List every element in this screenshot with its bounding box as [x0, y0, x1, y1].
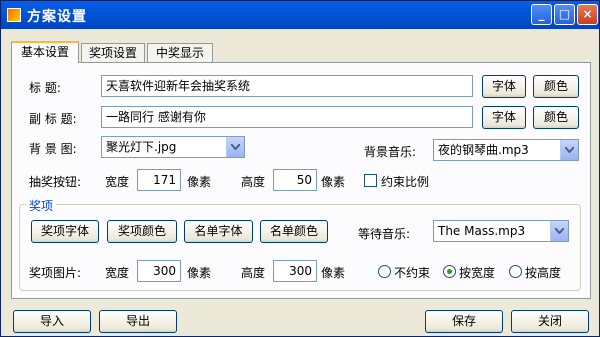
- wait-music-label: 等待音乐:: [358, 227, 411, 241]
- draw-width-unit: 像素: [187, 175, 212, 189]
- title-bar: 方案设置 _ □ ×: [1, 1, 599, 29]
- list-font-button[interactable]: 名单字体: [184, 220, 253, 243]
- chevron-down-icon[interactable]: [550, 221, 568, 241]
- window-title: 方案设置: [27, 9, 87, 25]
- export-button[interactable]: 导出: [99, 310, 177, 333]
- radio-unconstrained[interactable]: [378, 265, 391, 278]
- close-icon: ×: [582, 7, 593, 21]
- prize-height-input[interactable]: 300: [273, 260, 317, 282]
- list-color-button[interactable]: 名单颜色: [260, 220, 328, 243]
- draw-height-label: 高度: [241, 175, 266, 189]
- lock-ratio-label[interactable]: 约束比例: [381, 173, 429, 190]
- title-input[interactable]: 天喜软件迎新年会抽奖系统: [101, 75, 473, 97]
- prize-height-unit: 像素: [321, 266, 346, 280]
- radio-unconstrained-label[interactable]: 不约束: [394, 264, 430, 281]
- draw-width-label: 宽度: [105, 175, 130, 189]
- prize-image-label: 奖项图片:: [29, 266, 82, 280]
- prize-width-input[interactable]: 300: [137, 260, 181, 282]
- minimize-icon: _: [538, 7, 545, 21]
- draw-width-input[interactable]: 171: [137, 169, 181, 191]
- background-music-label: 背景音乐:: [364, 145, 417, 159]
- import-button[interactable]: 导入: [13, 310, 91, 333]
- radio-by-width[interactable]: [443, 265, 456, 278]
- background-music-value: 夜的钢琴曲.mp3: [438, 143, 529, 157]
- radio-by-height[interactable]: [509, 265, 522, 278]
- tab-basic[interactable]: 基本设置: [11, 41, 79, 63]
- prize-group-title: 奖项: [26, 197, 57, 214]
- chevron-down-icon[interactable]: [560, 140, 578, 160]
- subtitle-input[interactable]: 一路同行 感谢有你: [101, 106, 473, 128]
- title-label: 标 题:: [29, 81, 61, 95]
- background-image-value: 聚光灯下.jpg: [106, 140, 177, 154]
- close-window-button[interactable]: ×: [577, 4, 598, 25]
- app-icon: [7, 8, 21, 22]
- wait-music-select[interactable]: The Mass.mp3: [433, 220, 569, 242]
- lock-ratio-checkbox[interactable]: [364, 174, 377, 187]
- subtitle-font-button[interactable]: 字体: [482, 106, 526, 129]
- maximize-button[interactable]: □: [554, 4, 575, 25]
- tab-prize[interactable]: 奖项设置: [81, 43, 145, 62]
- prize-font-button[interactable]: 奖项字体: [31, 220, 99, 243]
- background-image-select[interactable]: 聚光灯下.jpg: [101, 136, 245, 158]
- draw-button-label: 抽奖按钮:: [29, 175, 82, 189]
- subtitle-color-button[interactable]: 颜色: [533, 106, 579, 129]
- subtitle-label: 副 标 题:: [29, 112, 77, 126]
- prize-color-button[interactable]: 奖项颜色: [107, 220, 177, 243]
- close-button[interactable]: 关闭: [511, 310, 589, 333]
- save-button[interactable]: 保存: [425, 310, 503, 333]
- title-font-button[interactable]: 字体: [482, 75, 526, 98]
- title-color-button[interactable]: 颜色: [533, 75, 579, 98]
- settings-window: 方案设置 _ □ × 基本设置 奖项设置 中奖显示 标 题: 天喜软件迎新年会抽…: [0, 0, 600, 337]
- background-image-label: 背 景 图:: [29, 142, 77, 156]
- background-music-select[interactable]: 夜的钢琴曲.mp3: [433, 139, 579, 161]
- chevron-down-icon[interactable]: [226, 137, 244, 157]
- prize-width-label: 宽度: [105, 266, 130, 280]
- radio-by-height-label[interactable]: 按高度: [525, 264, 561, 281]
- tab-winner-display[interactable]: 中奖显示: [147, 43, 213, 62]
- maximize-icon: □: [558, 7, 571, 21]
- wait-music-value: The Mass.mp3: [438, 224, 526, 238]
- prize-width-unit: 像素: [187, 266, 212, 280]
- draw-height-unit: 像素: [321, 175, 346, 189]
- radio-by-width-label[interactable]: 按宽度: [459, 264, 495, 281]
- draw-height-input[interactable]: 50: [273, 169, 317, 191]
- prize-height-label: 高度: [241, 266, 266, 280]
- minimize-button[interactable]: _: [531, 4, 552, 25]
